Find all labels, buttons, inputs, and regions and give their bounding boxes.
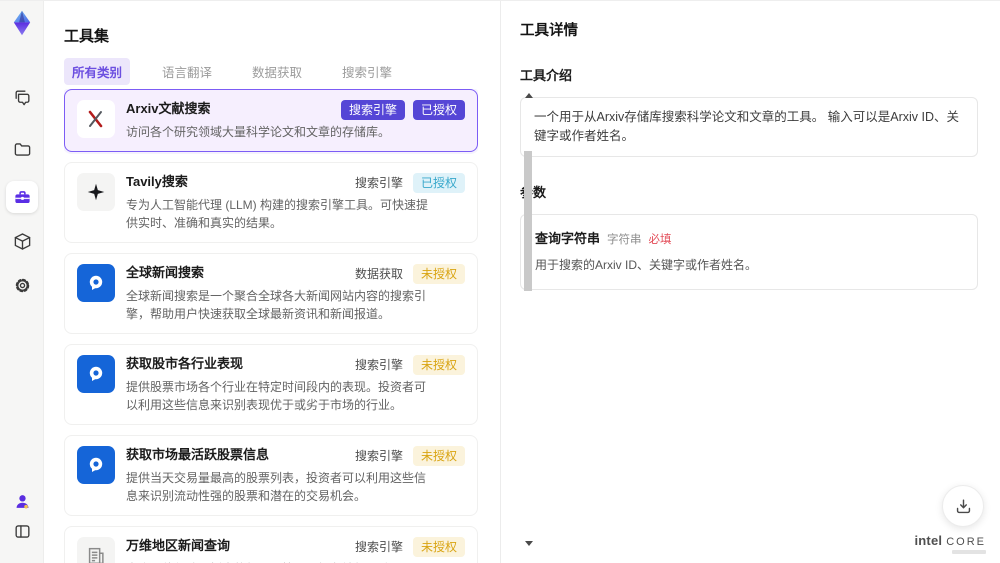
params-heading: 参数: [520, 184, 547, 200]
category-label: 搜索引擎: [354, 358, 403, 372]
tool-card-global-news[interactable]: 全球新闻搜索 数据获取 未授权 全球新闻搜索是一个聚合全球各大新闻网站内容的搜索…: [64, 253, 478, 334]
parameter-type: 字符串: [607, 233, 642, 246]
tool-card-list: Arxiv文献搜索 搜索引擎 已授权 访问各个研究领域大量科学论文和文章的存储库…: [64, 89, 478, 563]
tab-language-translation[interactable]: 语言翻译: [154, 58, 220, 85]
category-badge: 搜索引擎: [340, 100, 405, 120]
news-q-icon: [77, 355, 115, 393]
brand-core-text: CORE: [946, 536, 986, 548]
chat-icon[interactable]: [10, 85, 34, 109]
scroll-down-arrow-icon[interactable]: [525, 541, 533, 546]
tab-data-fetch[interactable]: 数据获取: [244, 58, 310, 85]
parameter-description: 用于搜索的Arxiv ID、关键字或作者姓名。: [535, 257, 758, 272]
folder-icon[interactable]: [10, 137, 34, 161]
list-scrollbar[interactable]: [523, 89, 533, 563]
tab-all-categories[interactable]: 所有类别: [64, 58, 131, 85]
scrollbar-thumb[interactable]: [524, 151, 532, 291]
detail-title: 工具详情: [520, 23, 578, 39]
page-title: 工具集: [64, 28, 110, 45]
tool-name: 全球新闻搜索: [126, 265, 205, 280]
toolbox-icon-active[interactable]: [6, 181, 38, 213]
tools-list-panel: 工具集 所有类别 语言翻译 数据获取 搜索引擎 Arxiv文献搜索 搜索引擎 已…: [44, 1, 533, 563]
download-button[interactable]: [942, 485, 984, 527]
brand-underline: [952, 550, 986, 554]
category-label: 搜索引擎: [354, 540, 403, 554]
auth-status-badge: 未授权: [412, 446, 465, 466]
tool-card-regional-news[interactable]: 万维地区新闻查询 搜索引擎 未授权 查询具体行政区划内的新闻，快速了解各地新闻动: [64, 526, 478, 563]
tool-description: 访问各个研究领域大量科学论文和文章的存储库。: [126, 125, 391, 139]
app-window: 工具集 所有类别 语言翻译 数据获取 搜索引擎 Arxiv文献搜索 搜索引擎 已…: [0, 0, 1000, 563]
app-logo-diamond-icon: [8, 9, 36, 37]
tool-name: Tavily搜索: [126, 174, 188, 189]
tavily-star-icon: [77, 173, 115, 211]
tool-name: Arxiv文献搜索: [126, 101, 211, 116]
category-label: 数据获取: [354, 267, 403, 281]
tool-description: 专为人工智能代理 (LLM) 构建的搜索引擎工具。可快速提供实时、准确和真实的结…: [126, 198, 429, 230]
auth-status-badge: 未授权: [412, 264, 465, 284]
tool-card-active-stocks[interactable]: 获取市场最活跃股票信息 搜索引擎 未授权 提供当天交易量最高的股票列表，投资者可…: [64, 435, 478, 516]
cube-icon[interactable]: [10, 229, 34, 253]
news-q-icon: [77, 446, 115, 484]
tool-name: 获取市场最活跃股票信息: [126, 447, 270, 462]
icon-rail: [0, 1, 44, 563]
tool-card-tavily[interactable]: Tavily搜索 搜索引擎 已授权 专为人工智能代理 (LLM) 构建的搜索引擎…: [64, 162, 478, 243]
category-tabs: 所有类别 语言翻译 数据获取 搜索引擎: [64, 58, 400, 85]
news-q-icon: [77, 264, 115, 302]
newspaper-icon: [77, 537, 115, 563]
tab-search-engine[interactable]: 搜索引擎: [334, 58, 400, 85]
tool-description: 全球新闻搜索是一个聚合全球各大新闻网站内容的搜索引擎，帮助用户快速获取全球最新资…: [126, 289, 427, 321]
intel-core-logo: intel CORE: [914, 533, 986, 554]
arxiv-icon: [77, 100, 115, 138]
tool-name: 万维地区新闻查询: [126, 538, 231, 553]
brand-intel-text: intel: [914, 533, 943, 548]
intro-heading: 工具介绍: [520, 68, 573, 83]
parameter-name: 查询字符串: [535, 230, 601, 246]
auth-status-badge: 已授权: [412, 100, 465, 120]
tool-description: 提供当天交易量最高的股票列表，投资者可以利用这些信息来识别流动性强的股票和潜在的…: [126, 471, 427, 503]
scroll-up-arrow-icon[interactable]: [525, 93, 533, 98]
collapse-sidebar-icon[interactable]: [10, 519, 34, 543]
tool-detail-panel: 工具详情 工具介绍 一个用于从Arxiv存储库搜索科学论文和文章的工具。 输入可…: [500, 1, 1000, 563]
category-label: 搜索引擎: [354, 176, 403, 190]
tool-description: 提供股票市场各个行业在特定时间段内的表现。投资者可以利用这些信息来识别表现优于或…: [126, 380, 427, 412]
settings-gear-icon[interactable]: [10, 273, 34, 297]
auth-status-badge: 已授权: [412, 173, 465, 193]
tool-name: 获取股市各行业表现: [126, 356, 244, 371]
category-label: 搜索引擎: [354, 449, 403, 463]
user-icon[interactable]: [10, 489, 34, 513]
tool-card-sector-performance[interactable]: 获取股市各行业表现 搜索引擎 未授权 提供股票市场各个行业在特定时间段内的表现。…: [64, 344, 478, 425]
intro-text-box: 一个用于从Arxiv存储库搜索科学论文和文章的工具。 输入可以是Arxiv ID…: [520, 97, 978, 157]
parameter-card: 查询字符串 字符串 必填 用于搜索的Arxiv ID、关键字或作者姓名。: [520, 213, 978, 290]
tool-card-arxiv[interactable]: Arxiv文献搜索 搜索引擎 已授权 访问各个研究领域大量科学论文和文章的存储库…: [64, 89, 478, 152]
auth-status-badge: 未授权: [412, 355, 465, 375]
auth-status-badge: 未授权: [412, 537, 465, 557]
parameter-required-badge: 必填: [648, 233, 672, 246]
